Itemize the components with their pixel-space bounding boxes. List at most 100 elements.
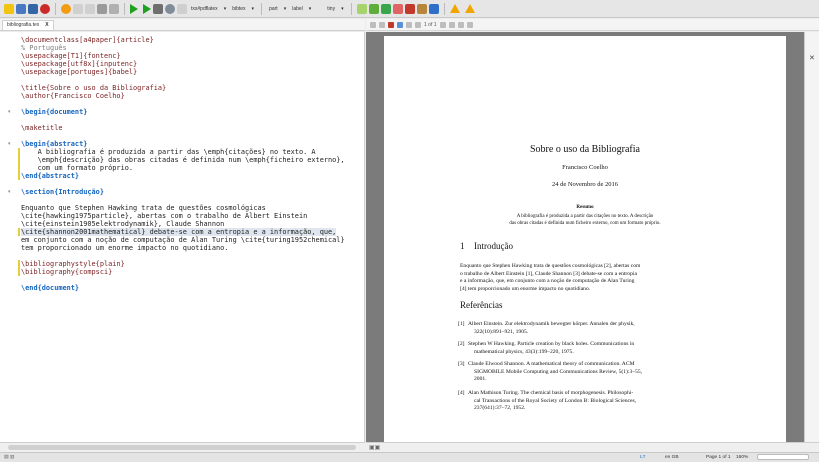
next-warning-icon[interactable] bbox=[464, 4, 475, 13]
pdf-body-line: [4] tem proporcionado um enorme impacto … bbox=[460, 285, 591, 292]
code-line[interactable]: \maketitle bbox=[21, 124, 63, 132]
add-row-icon[interactable] bbox=[392, 3, 403, 14]
pdf-page-nav[interactable]: 1 of 1 bbox=[424, 22, 437, 28]
pdf-abstract-line: A bibliografia é produzida a partir das … bbox=[516, 214, 654, 219]
code-line[interactable]: \cite{shannon2001mathematical} debate-se… bbox=[21, 228, 337, 236]
code-line[interactable]: \emph{descrição} das obras citadas é def… bbox=[21, 156, 345, 164]
status-languagetool[interactable]: LT bbox=[640, 455, 646, 460]
stop-icon[interactable] bbox=[153, 3, 163, 14]
pdf-bottom-bar: ▣▣ bbox=[366, 442, 819, 452]
pdf-page: Sobre o uso da Bibliografia Francisco Co… bbox=[384, 36, 786, 442]
pdf-reference-item: [2] Stephen W Hawking. Particle creation … bbox=[458, 341, 768, 356]
new-file-icon[interactable] bbox=[4, 3, 14, 14]
status-zoom[interactable]: 160% bbox=[736, 455, 748, 460]
log-icon[interactable] bbox=[177, 3, 187, 14]
typeset-select[interactable]: txs#pdflatex bbox=[189, 6, 220, 12]
pdf-zoom-out-icon[interactable] bbox=[370, 21, 376, 28]
code-line[interactable]: com um formato próprio. bbox=[21, 164, 133, 172]
pdf-first-page-icon[interactable] bbox=[406, 21, 412, 28]
pdf-magnifier-icon[interactable] bbox=[397, 21, 403, 28]
format-icon[interactable] bbox=[428, 3, 439, 14]
add-column-icon[interactable] bbox=[404, 3, 415, 14]
close-pdf-icon[interactable]: ✕ bbox=[809, 54, 815, 62]
size-select[interactable]: tiny bbox=[325, 6, 337, 12]
structure-select[interactable]: part bbox=[267, 6, 280, 12]
code-line[interactable]: \cite{einstein1905elektrodynamik}, Claud… bbox=[21, 220, 224, 228]
scrollbar-thumb[interactable] bbox=[8, 445, 356, 450]
view-pdf-icon[interactable] bbox=[165, 3, 175, 14]
undo-icon[interactable] bbox=[61, 3, 71, 14]
tab-bibliografia[interactable]: bibliografia.tex X bbox=[2, 20, 54, 30]
pdf-section-title: Introdução bbox=[474, 241, 513, 251]
fold-arrow-icon[interactable]: ▾ bbox=[8, 189, 11, 195]
fold-arrow-icon[interactable]: ▾ bbox=[8, 109, 11, 115]
pdf-viewer[interactable]: Sobre o uso da Bibliografia Francisco Co… bbox=[366, 32, 804, 442]
code-line[interactable]: \end{document} bbox=[21, 284, 79, 292]
remove-icon[interactable] bbox=[416, 3, 427, 14]
reference-line: 2001. bbox=[474, 376, 487, 382]
code-line[interactable]: \bibliography{compsci} bbox=[21, 268, 112, 276]
copy-icon[interactable] bbox=[85, 3, 95, 14]
pdf-bookmark-icon[interactable] bbox=[388, 21, 394, 28]
open-file-icon[interactable] bbox=[16, 3, 26, 14]
app-window: txs#pdflatex ▾ bibtex ▾ part ▾ label ▾ t… bbox=[0, 0, 819, 462]
code-line[interactable]: \bibliographystyle{plain} bbox=[21, 260, 125, 268]
reference-number: [2] bbox=[458, 341, 465, 347]
status-bar: ▤ ▥ Page 1 of 1 160% LT en GB bbox=[0, 452, 819, 462]
code-line[interactable]: \author{Francisco Coelho} bbox=[21, 92, 125, 100]
pdf-last-page-icon[interactable] bbox=[448, 21, 455, 28]
align-left-icon[interactable] bbox=[368, 3, 379, 14]
code-line[interactable]: \end{abstract} bbox=[21, 172, 79, 180]
status-page: Page 1 of 1 bbox=[706, 455, 731, 460]
code-line[interactable]: \usepackage[utf8x]{inputenc} bbox=[21, 60, 137, 68]
code-line[interactable]: \begin{abstract} bbox=[21, 140, 87, 148]
compile-icon[interactable] bbox=[143, 3, 151, 14]
close-tab-icon[interactable]: X bbox=[45, 21, 48, 30]
editor-horizontal-scrollbar[interactable] bbox=[0, 442, 365, 452]
zoom-slider[interactable] bbox=[757, 454, 809, 460]
status-language[interactable]: en GB bbox=[665, 455, 679, 460]
redo-icon[interactable] bbox=[73, 3, 83, 14]
code-line[interactable]: tem proporcionado um enorme impacto no q… bbox=[21, 244, 228, 252]
code-line[interactable]: % Português bbox=[21, 44, 67, 52]
code-line[interactable]: \title{Sobre o uso da Bibliografia} bbox=[21, 84, 166, 92]
code-line[interactable]: \usepackage[T1]{fontenc} bbox=[21, 52, 121, 60]
fold-arrow-icon[interactable]: ▾ bbox=[8, 141, 11, 147]
code-line[interactable]: \usepackage[portuges]{babel} bbox=[21, 68, 137, 76]
code-editor[interactable]: \documentclass[a4paper]{article}% Portug… bbox=[0, 32, 365, 442]
code-line[interactable]: Enquanto que Stephen Hawking trata de qu… bbox=[21, 204, 266, 212]
pdf-zoom-in-icon[interactable] bbox=[379, 21, 385, 28]
paste-icon[interactable] bbox=[109, 3, 119, 14]
build-and-view-icon[interactable] bbox=[130, 3, 138, 14]
pdf-view-mode-icon[interactable]: ▣▣ bbox=[369, 444, 380, 451]
pdf-date: 24 de Novembro de 2016 bbox=[551, 181, 619, 188]
align-center-icon[interactable] bbox=[380, 3, 391, 14]
reference-line: Claude Elwood Shannon. A mathematical th… bbox=[468, 361, 635, 367]
reference-select[interactable]: label bbox=[290, 6, 305, 12]
code-line[interactable]: \begin{document} bbox=[21, 108, 87, 116]
cut-icon[interactable] bbox=[97, 3, 107, 14]
code-line[interactable]: \documentclass[a4paper]{article} bbox=[21, 36, 154, 44]
close-file-icon[interactable] bbox=[40, 3, 50, 14]
pdf-vertical-scrollbar[interactable]: ✕ bbox=[804, 32, 819, 442]
code-line[interactable]: em conjunto com a noção de computação de… bbox=[21, 236, 345, 244]
reference-line: 322(10):891–921, 1905. bbox=[474, 328, 529, 335]
pdf-next-page-icon[interactable] bbox=[439, 21, 446, 28]
sidebar-toggle-icon[interactable]: ▤ ▥ bbox=[4, 455, 14, 460]
pdf-prev-page-icon[interactable] bbox=[415, 21, 421, 28]
pdf-reference-item: [1] Albert Einstein. Zur elektrodynamik b… bbox=[458, 321, 768, 336]
warning-icon[interactable] bbox=[449, 4, 460, 13]
code-line[interactable]: A bibliografia é produzida a partir das … bbox=[21, 148, 316, 156]
change-marker bbox=[18, 260, 20, 276]
pdf-reference-item: [4] Alan Mathison Turing. The chemical ba… bbox=[458, 390, 768, 413]
table-icon[interactable] bbox=[356, 3, 367, 14]
save-icon[interactable] bbox=[28, 3, 38, 14]
pdf-fit-page-icon[interactable] bbox=[466, 21, 473, 28]
code-line[interactable]: \section{Introdução} bbox=[21, 188, 104, 196]
pdf-body-line: e a informação, que, em conjunto com a n… bbox=[460, 278, 635, 284]
reference-line: Alan Mathison Turing. The chemical basis… bbox=[468, 390, 634, 396]
reference-line: SIGMOBILE Mobile Computing and Communica… bbox=[474, 368, 643, 375]
bibtool-select[interactable]: bibtex bbox=[230, 6, 247, 12]
code-line[interactable]: \cite{hawking1975particle}, abertas com … bbox=[21, 212, 307, 220]
pdf-fit-width-icon[interactable] bbox=[457, 21, 464, 28]
